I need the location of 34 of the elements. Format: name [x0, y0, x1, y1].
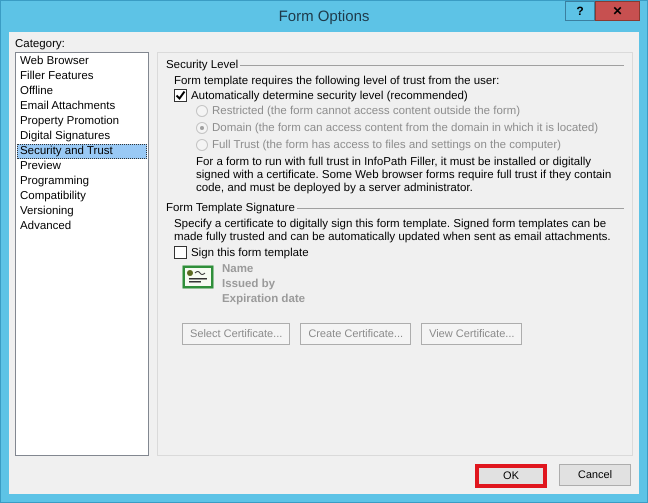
category-item[interactable]: Offline — [17, 84, 147, 99]
radio-label: Domain (the form can access content from the domain in which it is located) — [212, 122, 598, 134]
category-item[interactable]: Web Browser — [17, 54, 147, 69]
trust-note: For a form to run with full trust in InfoPath Filler, it must be installed or digitally signed with a certificate. Some Web browser forms require full trust if they contain code, and must be deployed by a server administrator. — [195, 156, 612, 195]
category-item[interactable]: Advanced — [17, 219, 147, 234]
help-button[interactable]: ? — [565, 1, 595, 21]
certificate-icon — [182, 265, 214, 289]
category-label: Category: — [15, 38, 66, 50]
checkbox-label: Sign this form template — [191, 246, 309, 258]
checkbox-label: Automatically determine security level (recommended) — [191, 90, 468, 102]
certificate-field: Issued by — [222, 278, 306, 290]
close-button[interactable]: ✕ — [595, 1, 640, 21]
checkbox[interactable] — [174, 89, 187, 102]
signature-intro: Specify a certificate to digitally sign this form template. Signed form templates can be made fully trusted and can be automatically updated when sent as email attachments. — [174, 218, 612, 244]
category-item[interactable]: Digital Signatures — [17, 129, 147, 144]
checkbox[interactable] — [174, 246, 187, 259]
cancel-button[interactable]: Cancel — [559, 464, 631, 486]
category-item[interactable]: Programming — [17, 174, 147, 189]
radio-label: Full Trust (the form has access to files and settings on the computer) — [212, 139, 561, 151]
category-item[interactable]: Versioning — [17, 204, 147, 219]
category-item[interactable]: Security and Trust — [17, 144, 147, 159]
section-title: Form Template Signature — [166, 202, 295, 214]
category-item[interactable]: Email Attachments — [17, 99, 147, 114]
certificate-field: Name — [222, 263, 306, 275]
window-title: Form Options — [278, 8, 370, 25]
category-item[interactable]: Property Promotion — [17, 114, 147, 129]
category-item[interactable]: Preview — [17, 159, 147, 174]
ok-button[interactable]: OK — [475, 464, 547, 488]
section-title: Security Level — [166, 59, 238, 71]
radio-label: Restricted (the form cannot access content outside the form) — [212, 105, 520, 117]
category-item[interactable]: Filler Features — [17, 69, 147, 84]
trust-intro: Form template requires the following level of trust from the user: — [174, 75, 500, 87]
category-item[interactable]: Compatibility — [17, 189, 147, 204]
certificate-field: Expiration date — [222, 293, 306, 305]
